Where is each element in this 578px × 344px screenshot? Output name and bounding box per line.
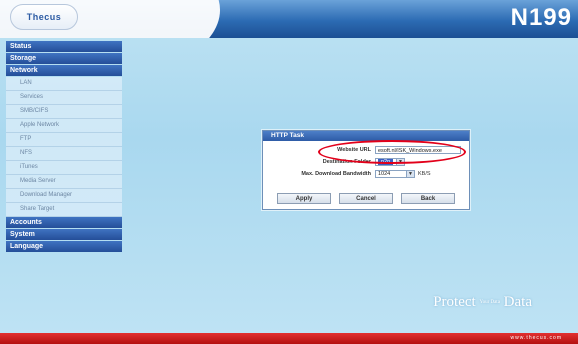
sidebar-item-apple-network[interactable]: Apple Network xyxy=(6,119,122,133)
tagline-protect: Protect xyxy=(433,294,476,310)
sidebar-item-smb[interactable]: SMB/CIFS xyxy=(6,105,122,119)
sidebar-section-accounts[interactable]: Accounts xyxy=(6,217,122,228)
sidebar-item-itunes[interactable]: iTunes xyxy=(6,161,122,175)
footer-tagline: Protect Your Data Data xyxy=(433,294,532,311)
logo-text: Thecus xyxy=(26,12,62,22)
header-banner: Thecus N199 xyxy=(0,0,578,38)
bandwidth-row: Max. Download Bandwidth 1024 ▼ KB/S xyxy=(263,169,469,179)
cancel-button[interactable]: Cancel xyxy=(339,193,393,204)
chevron-down-icon: ▼ xyxy=(406,171,414,177)
sidebar-item-media-server[interactable]: Media Server xyxy=(6,175,122,189)
dialog-buttons: Apply Cancel Back xyxy=(263,193,469,205)
tagline-data: Data xyxy=(503,294,532,310)
sidebar-section-network[interactable]: Network xyxy=(6,65,122,76)
sidebar-item-nfs[interactable]: NFS xyxy=(6,147,122,161)
sidebar-section-status[interactable]: Status xyxy=(6,41,122,52)
url-highlight-circle xyxy=(318,140,466,164)
sidebar-item-ftp[interactable]: FTP xyxy=(6,133,122,147)
sidebar-section-system[interactable]: System xyxy=(6,229,122,240)
bandwidth-select[interactable]: 1024 ▼ xyxy=(375,170,415,178)
tagline-small: Your Data xyxy=(479,300,500,306)
sidebar-item-share-target[interactable]: Share Target xyxy=(6,203,122,217)
back-button[interactable]: Back xyxy=(401,193,455,204)
footer-url[interactable]: www.thecus.com xyxy=(510,335,562,341)
sidebar: Status Storage Network LAN Services SMB/… xyxy=(6,41,122,253)
bandwidth-value: 1024 xyxy=(378,171,391,177)
dialog-title: HTTP Task xyxy=(263,131,469,141)
sidebar-section-storage[interactable]: Storage xyxy=(6,53,122,64)
thecus-logo[interactable]: Thecus xyxy=(10,4,78,30)
model-name: N199 xyxy=(510,4,572,31)
bandwidth-unit: KB/S xyxy=(418,171,431,177)
sidebar-item-services[interactable]: Services xyxy=(6,91,122,105)
apply-button[interactable]: Apply xyxy=(277,193,331,204)
sidebar-item-lan[interactable]: LAN xyxy=(6,77,122,91)
sidebar-item-download-manager[interactable]: Download Manager xyxy=(6,189,122,203)
footer-bar xyxy=(0,333,578,344)
sidebar-section-language[interactable]: Language xyxy=(6,241,122,252)
bandwidth-label: Max. Download Bandwidth xyxy=(301,171,371,177)
